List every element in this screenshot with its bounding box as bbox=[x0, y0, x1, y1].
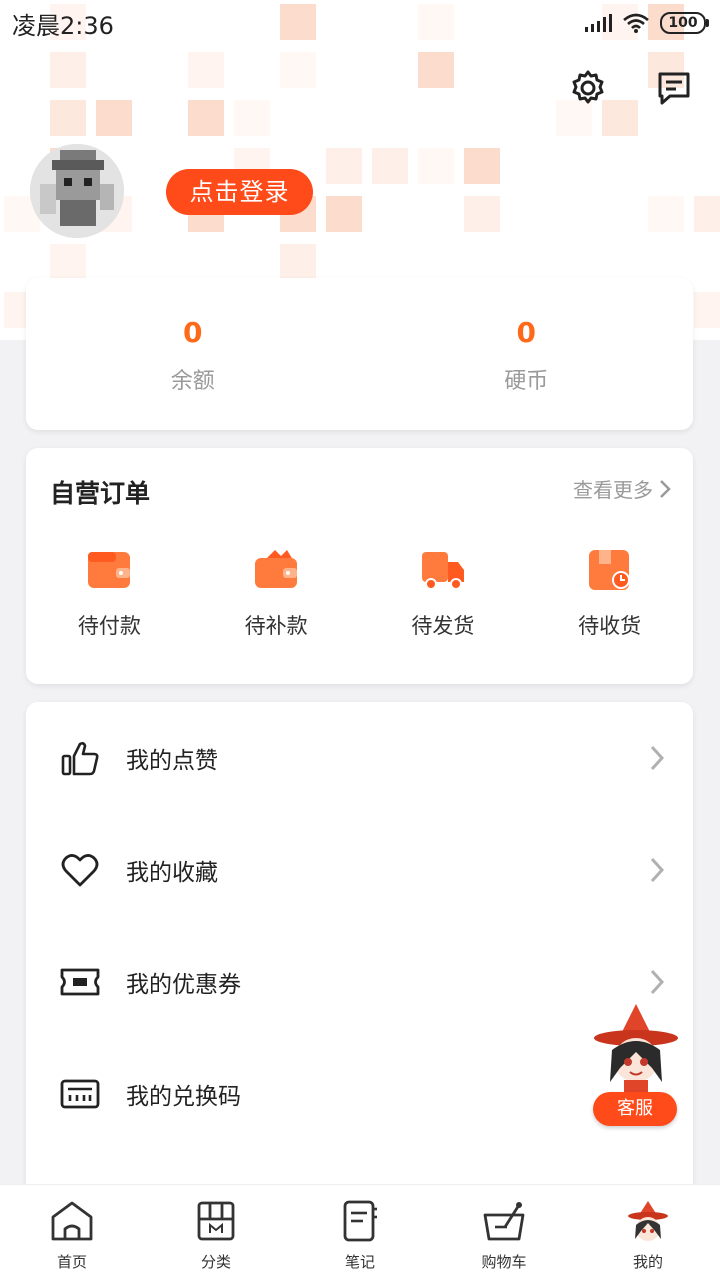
signal-icon bbox=[585, 14, 612, 32]
mosaic-tile bbox=[50, 100, 86, 136]
chevron-right-icon bbox=[660, 479, 671, 498]
balance-label: 余额 bbox=[170, 369, 215, 394]
coins-item[interactable]: 0 硬币 bbox=[360, 278, 694, 430]
mosaic-tile bbox=[188, 52, 224, 88]
wifi-icon bbox=[623, 13, 649, 33]
order-pending-shipment[interactable]: 待发货 bbox=[360, 548, 527, 640]
heart-icon bbox=[61, 854, 99, 887]
menu-label: 我的兑换码 bbox=[126, 1084, 241, 1110]
mosaic-tile bbox=[464, 196, 500, 232]
coins-label: 硬币 bbox=[504, 369, 549, 394]
menu-label: 我的点赞 bbox=[126, 748, 218, 774]
tab-home[interactable]: 首页 bbox=[0, 1185, 144, 1280]
mosaic-tile bbox=[50, 52, 86, 88]
wallet-open-icon bbox=[255, 550, 298, 588]
status-indicators: 100 bbox=[584, 12, 709, 34]
chevron-right-icon bbox=[650, 745, 665, 771]
status-bar: 凌晨2:36 100 bbox=[0, 0, 720, 46]
menu-item-favorites[interactable]: 我的收藏 bbox=[26, 814, 693, 926]
tab-label: 首页 bbox=[56, 1253, 87, 1271]
mosaic-tile bbox=[418, 52, 454, 88]
order-status-list: 待付款 待补款 待发货 待收货 bbox=[26, 548, 693, 640]
category-icon bbox=[197, 1201, 235, 1241]
orders-card: 自营订单 查看更多 待付款 待补款 待发货 待收货 bbox=[26, 448, 693, 684]
menu-card: 我的点赞 我的收藏 我的优惠券 我的兑换码 bbox=[26, 702, 693, 1222]
tab-category[interactable]: 分类 bbox=[144, 1185, 288, 1280]
order-pending-receipt[interactable]: 待收货 bbox=[526, 548, 693, 640]
mosaic-tile bbox=[326, 196, 362, 232]
mosaic-tile bbox=[280, 52, 316, 88]
mosaic-tile bbox=[694, 196, 720, 232]
mosaic-tile bbox=[188, 100, 224, 136]
orders-title: 自营订单 bbox=[50, 479, 151, 508]
customer-service-label: 客服 bbox=[593, 1092, 677, 1126]
mosaic-tile bbox=[326, 148, 362, 184]
tab-cart[interactable]: 购物车 bbox=[432, 1185, 576, 1280]
mosaic-tile bbox=[464, 148, 500, 184]
tab-label: 购物车 bbox=[481, 1253, 527, 1271]
coupon-icon bbox=[60, 968, 100, 996]
thumbs-up-icon bbox=[61, 742, 99, 776]
tab-label: 我的 bbox=[632, 1253, 663, 1271]
profile-icon bbox=[628, 1201, 668, 1241]
order-label: 待补款 bbox=[244, 614, 308, 638]
mosaic-tile bbox=[694, 292, 720, 328]
avatar-pixel-art-icon bbox=[30, 144, 124, 238]
order-label: 待发货 bbox=[411, 614, 475, 638]
tab-label: 笔记 bbox=[344, 1253, 375, 1271]
mascot-icon bbox=[594, 1004, 678, 1096]
message-icon[interactable] bbox=[654, 68, 694, 108]
balance-value: 0 bbox=[183, 316, 203, 349]
chevron-right-icon bbox=[650, 857, 665, 883]
tab-label: 分类 bbox=[200, 1253, 231, 1271]
mosaic-tile bbox=[96, 100, 132, 136]
coins-value: 0 bbox=[516, 316, 536, 349]
bottom-tab-bar: 首页 分类 笔记 购物车 我的 bbox=[0, 1184, 720, 1280]
menu-label: 我的优惠券 bbox=[126, 972, 241, 998]
redeem-code-icon bbox=[60, 1079, 100, 1109]
tab-notes[interactable]: 笔记 bbox=[288, 1185, 432, 1280]
avatar[interactable] bbox=[30, 144, 124, 238]
order-pending-supplement[interactable]: 待补款 bbox=[193, 548, 360, 640]
notes-icon bbox=[343, 1200, 377, 1242]
order-label: 待收货 bbox=[578, 614, 642, 638]
customer-service-button[interactable]: 客服 bbox=[590, 1002, 682, 1128]
login-button[interactable]: 点击登录 bbox=[166, 169, 313, 215]
view-more-link[interactable]: 查看更多 bbox=[573, 474, 671, 503]
home-icon bbox=[51, 1201, 93, 1241]
order-label: 待付款 bbox=[77, 614, 141, 638]
settings-icon[interactable] bbox=[568, 68, 608, 108]
mosaic-tile bbox=[648, 196, 684, 232]
order-pending-payment[interactable]: 待付款 bbox=[26, 548, 193, 640]
status-time: 凌晨2:36 bbox=[12, 11, 114, 40]
wallet-icon bbox=[88, 552, 131, 588]
mosaic-tile bbox=[234, 100, 270, 136]
tab-profile[interactable]: 我的 bbox=[576, 1185, 720, 1280]
package-icon bbox=[588, 550, 630, 590]
balance-card: 0 余额 0 硬币 bbox=[26, 278, 693, 430]
balance-item[interactable]: 0 余额 bbox=[26, 278, 360, 430]
mosaic-tile bbox=[372, 148, 408, 184]
menu-item-likes[interactable]: 我的点赞 bbox=[26, 702, 693, 814]
mosaic-tile bbox=[280, 244, 316, 280]
mosaic-tile bbox=[50, 244, 86, 280]
battery-icon: 100 bbox=[660, 12, 709, 34]
menu-label: 我的收藏 bbox=[126, 860, 218, 886]
view-more-label: 查看更多 bbox=[573, 478, 653, 502]
mosaic-tile bbox=[418, 148, 454, 184]
truck-icon bbox=[421, 552, 464, 590]
chevron-right-icon bbox=[650, 969, 665, 995]
cart-icon bbox=[483, 1202, 525, 1241]
